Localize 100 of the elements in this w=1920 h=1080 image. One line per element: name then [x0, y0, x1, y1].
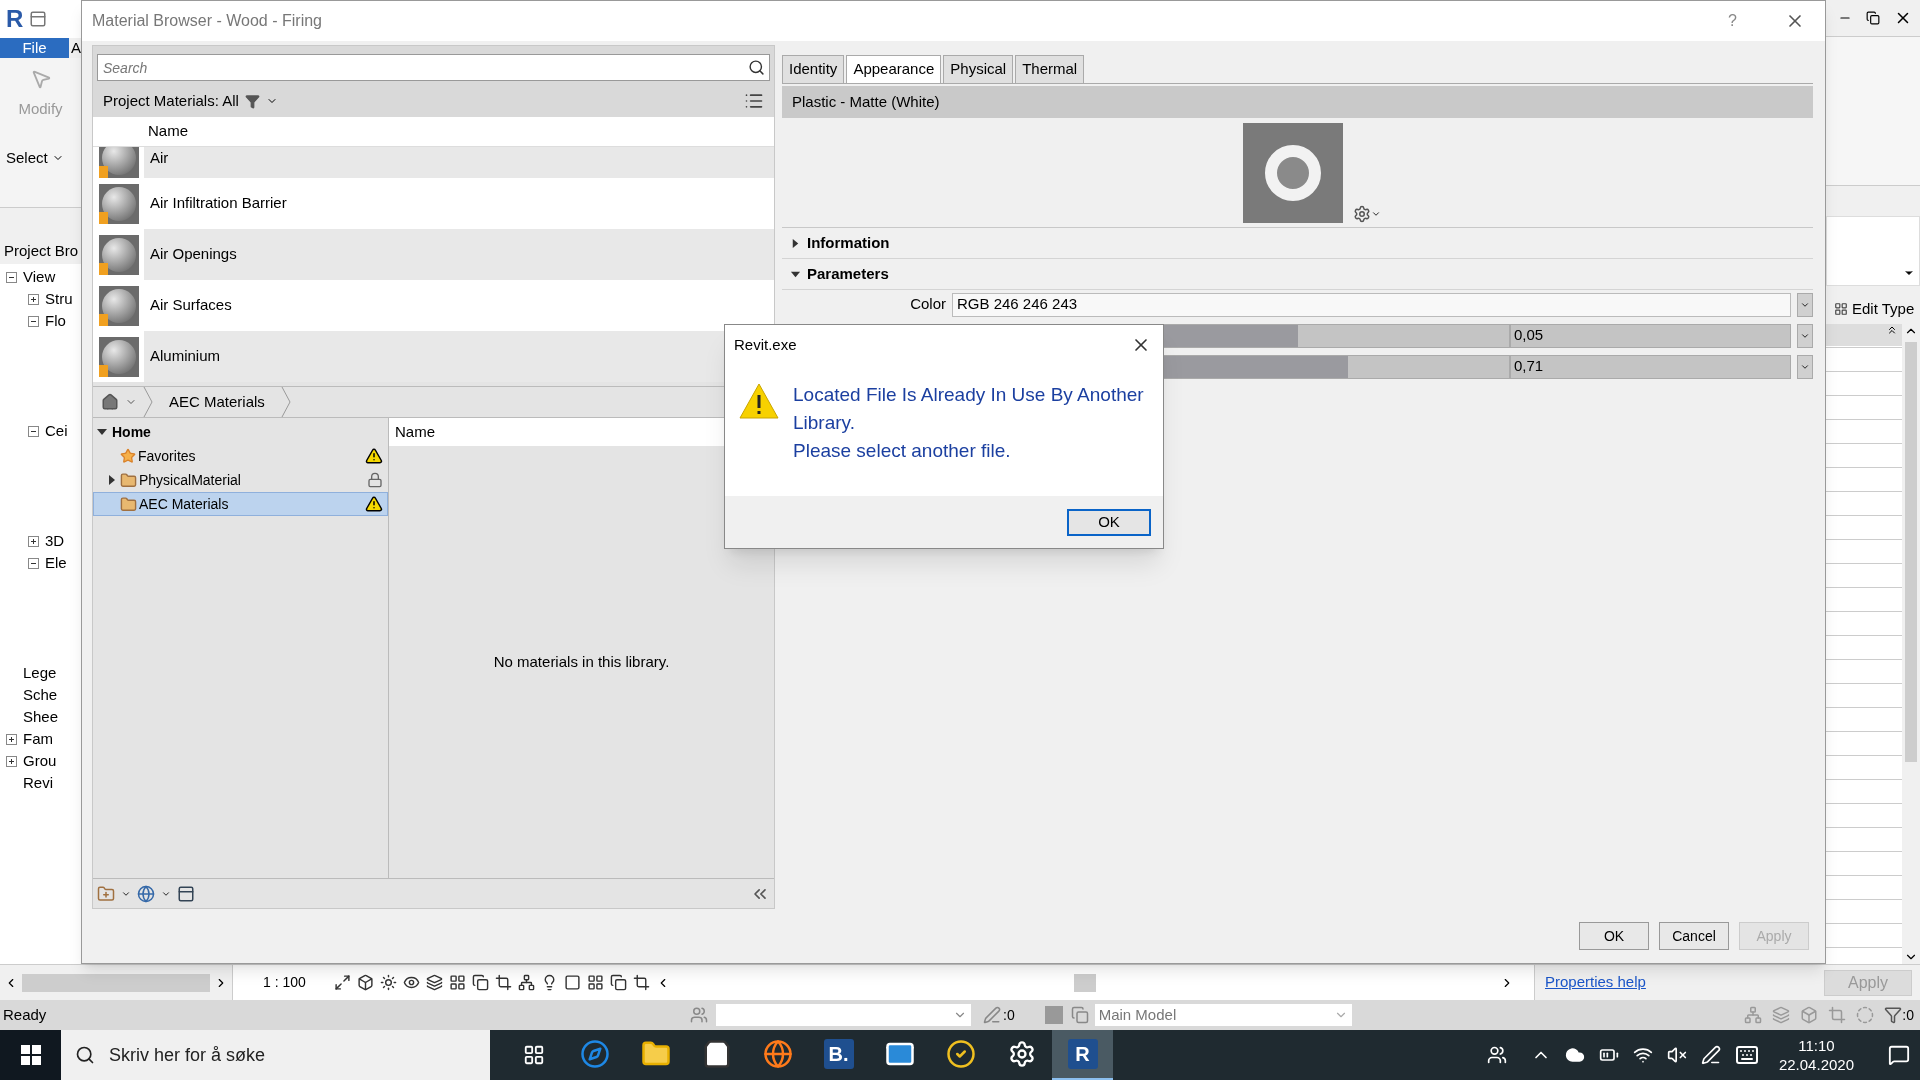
search-field[interactable]: Search	[97, 54, 770, 81]
browser-icon[interactable]	[579, 1039, 610, 1069]
mute-icon[interactable]	[1666, 1045, 1687, 1065]
section-header[interactable]: Information	[807, 231, 890, 255]
edit-type-button[interactable]: Edit Type	[1852, 297, 1915, 321]
clock-date[interactable]: 22.04.2020	[1778, 1055, 1854, 1074]
scrollbar-thumb[interactable]	[1073, 973, 1096, 992]
grid-icon[interactable]	[448, 974, 466, 991]
breadcrumb-item[interactable]: AEC Materials	[159, 390, 275, 414]
wifi-icon[interactable]	[1632, 1045, 1653, 1065]
file-tab[interactable]: File	[0, 38, 69, 58]
expand-icon[interactable]	[6, 733, 17, 745]
copy-icon[interactable]	[471, 974, 489, 991]
dialog-button[interactable]: Cancel	[1659, 922, 1729, 950]
tree-item[interactable]: Revi	[23, 771, 53, 795]
tree-item[interactable]: Sche	[23, 683, 58, 707]
home-icon[interactable]	[101, 393, 119, 411]
properties-help-link[interactable]: Properties help	[1545, 971, 1646, 994]
caret-right-icon[interactable]	[790, 237, 801, 249]
library-item[interactable]: Home	[93, 420, 388, 444]
panel-icon[interactable]	[177, 884, 195, 903]
tree-item[interactable]: 3D	[45, 529, 65, 553]
collapse-icon[interactable]	[28, 315, 39, 327]
dialog-button[interactable]: OK	[1579, 922, 1649, 950]
value-field[interactable]: 0,05	[1510, 323, 1791, 348]
model-dropdown[interactable]: Main Model	[1094, 1004, 1352, 1026]
tree-item[interactable]: Grou	[23, 749, 57, 773]
scrollbar-thumb[interactable]	[22, 973, 210, 992]
color-field[interactable]: RGB 246 246 243	[952, 292, 1791, 317]
tree-item[interactable]: View	[23, 265, 56, 289]
tree-item[interactable]: Stru	[45, 287, 73, 311]
cloud-icon[interactable]	[1564, 1045, 1585, 1065]
task-view-icon[interactable]	[523, 1044, 545, 1066]
library-item[interactable]: PhysicalMaterial	[93, 468, 388, 492]
scrollbar-thumb[interactable]	[1905, 342, 1917, 762]
tree-item[interactable]: Lege	[23, 661, 57, 685]
expand-icon[interactable]	[6, 755, 17, 767]
material-name[interactable]: Air	[144, 147, 169, 170]
taskbar-search-field[interactable]: Skriv her for å søke	[61, 1030, 490, 1080]
collapse-icon[interactable]	[6, 271, 17, 283]
material-name[interactable]: Air Surfaces	[144, 294, 232, 317]
scale-label[interactable]: 1 : 100	[263, 972, 306, 993]
tree-item[interactable]: Fam	[23, 727, 53, 751]
column-header[interactable]: Name	[395, 420, 435, 444]
grid-icon[interactable]	[586, 974, 604, 991]
tree-item[interactable]: Cei	[45, 419, 68, 443]
help-button[interactable]: ?	[1728, 9, 1737, 33]
crop-icon[interactable]	[494, 974, 512, 991]
material-name[interactable]: Aluminium	[144, 345, 221, 368]
windows-logo-icon[interactable]	[20, 1045, 41, 1065]
network-icon[interactable]	[517, 974, 535, 991]
sun-icon[interactable]	[379, 974, 397, 991]
tab[interactable]: Appearance	[846, 55, 942, 83]
tab[interactable]: Thermal	[1015, 55, 1085, 83]
list-view-icon[interactable]	[744, 91, 764, 111]
globe-icon[interactable]	[137, 884, 155, 903]
check-icon[interactable]	[945, 1039, 976, 1069]
app-icon[interactable]: B.	[823, 1039, 854, 1069]
people-icon[interactable]	[1486, 1045, 1507, 1065]
frame-icon[interactable]	[333, 974, 351, 991]
tab[interactable]: Identity	[782, 55, 845, 83]
expand-icon[interactable]	[28, 535, 39, 547]
restore-icon[interactable]	[1866, 11, 1880, 25]
collapse-icon[interactable]	[1886, 324, 1898, 336]
tab[interactable]: Physical	[943, 55, 1014, 83]
globe-icon[interactable]	[762, 1039, 793, 1069]
material-name[interactable]: Air Openings	[144, 243, 237, 266]
filter-icon[interactable]	[244, 93, 260, 109]
tree-item[interactable]: Shee	[23, 705, 59, 729]
box-icon[interactable]	[356, 974, 374, 991]
settings-icon[interactable]	[1007, 1040, 1036, 1068]
eye-icon[interactable]	[402, 974, 420, 991]
ok-button[interactable]: OK	[1067, 508, 1151, 536]
app-icon[interactable]: R	[1067, 1039, 1098, 1069]
collapse-icon[interactable]	[28, 425, 39, 437]
taskbar-button[interactable]: R	[1052, 1030, 1113, 1080]
window-icon[interactable]	[29, 10, 48, 28]
expand-icon[interactable]	[28, 293, 39, 305]
material-name[interactable]: Air Infiltration Barrier	[144, 192, 287, 215]
copy-icon[interactable]	[609, 974, 627, 991]
edit-type-icon[interactable]	[1834, 302, 1848, 316]
layers-icon[interactable]	[425, 974, 443, 991]
collapse-icon[interactable]	[28, 557, 39, 569]
column-header[interactable]: Name	[144, 120, 188, 143]
library-item[interactable]: Favorites	[93, 444, 388, 468]
keyboard-icon[interactable]	[1734, 1043, 1759, 1067]
search-icon[interactable]	[748, 59, 765, 76]
section-header[interactable]: Parameters	[807, 262, 889, 286]
caret-icon[interactable]	[1370, 209, 1381, 219]
gear-icon[interactable]	[1352, 205, 1371, 223]
clock-time[interactable]: 11:10	[1798, 1036, 1835, 1055]
library-item[interactable]: AEC Materials	[93, 492, 388, 516]
notification-icon[interactable]	[1888, 1044, 1910, 1066]
crop-icon[interactable]	[632, 974, 650, 991]
folder-add-icon[interactable]	[97, 884, 115, 903]
search-icon[interactable]	[75, 1045, 95, 1065]
ribbon-tab[interactable]: A	[69, 36, 81, 60]
taskbar-button[interactable]: B.	[808, 1030, 869, 1080]
tree-item[interactable]: Flo	[45, 309, 66, 333]
filter-icon[interactable]	[1884, 1006, 1903, 1024]
